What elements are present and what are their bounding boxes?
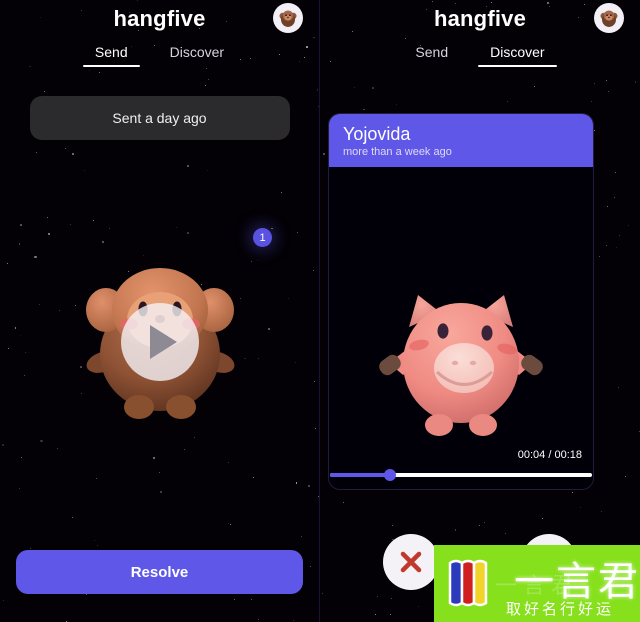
watermark-sub-text: 取好名行好运 (506, 602, 615, 618)
resolve-button[interactable]: Resolve (16, 550, 303, 594)
page-title: hangfive (113, 6, 206, 31)
card-subtitle: more than a week ago (343, 146, 452, 158)
monkey-avatar-icon (279, 10, 297, 27)
monkey-character[interactable] (75, 262, 245, 422)
badge-container: 1 (253, 228, 272, 247)
status-pill: Sent a day ago (29, 96, 290, 140)
play-icon (149, 325, 177, 359)
video-player[interactable]: 00:04 / 00:18 (329, 167, 593, 489)
video-time: 00:04 / 00:18 (517, 449, 582, 461)
monkey-avatar-icon (600, 10, 618, 27)
left-panel: hangfive Send Discover Sent a day ago 1 … (0, 0, 320, 622)
left-tabs: Send Discover (82, 42, 232, 67)
page-title-right: hangfive (433, 6, 527, 31)
play-button[interactable] (120, 303, 199, 381)
watermark-overlay: 一言君 一言君 取好名行好运 (434, 545, 640, 622)
avatar-right[interactable] (594, 3, 624, 33)
card-title: Yojovida (343, 124, 411, 144)
pig-3d-character (379, 295, 543, 436)
tab-discover-right[interactable]: Discover (478, 42, 558, 67)
pig-character (361, 275, 561, 445)
video-progress-bar[interactable] (330, 469, 592, 481)
reject-button[interactable] (383, 534, 439, 590)
book-flag-icon (448, 559, 488, 607)
avatar[interactable] (273, 3, 303, 33)
progress-fill (330, 473, 391, 477)
right-tabs: Send Discover (407, 42, 558, 67)
card-header: Yojovida more than a week ago (329, 114, 593, 167)
status-badge: 1 (253, 228, 272, 247)
discover-card: Yojovida more than a week ago 00:04 / 00… (328, 113, 594, 490)
tab-send[interactable]: Send (82, 42, 140, 67)
progress-thumb[interactable] (384, 469, 397, 481)
close-x-icon (400, 551, 422, 573)
tab-discover[interactable]: Discover (162, 42, 232, 67)
app-root: hangfive Send Discover Sent a day ago 1 … (0, 0, 640, 622)
tab-send-right[interactable]: Send (407, 42, 456, 67)
right-panel: hangfive Send Discover Yojovida more tha… (320, 0, 640, 622)
